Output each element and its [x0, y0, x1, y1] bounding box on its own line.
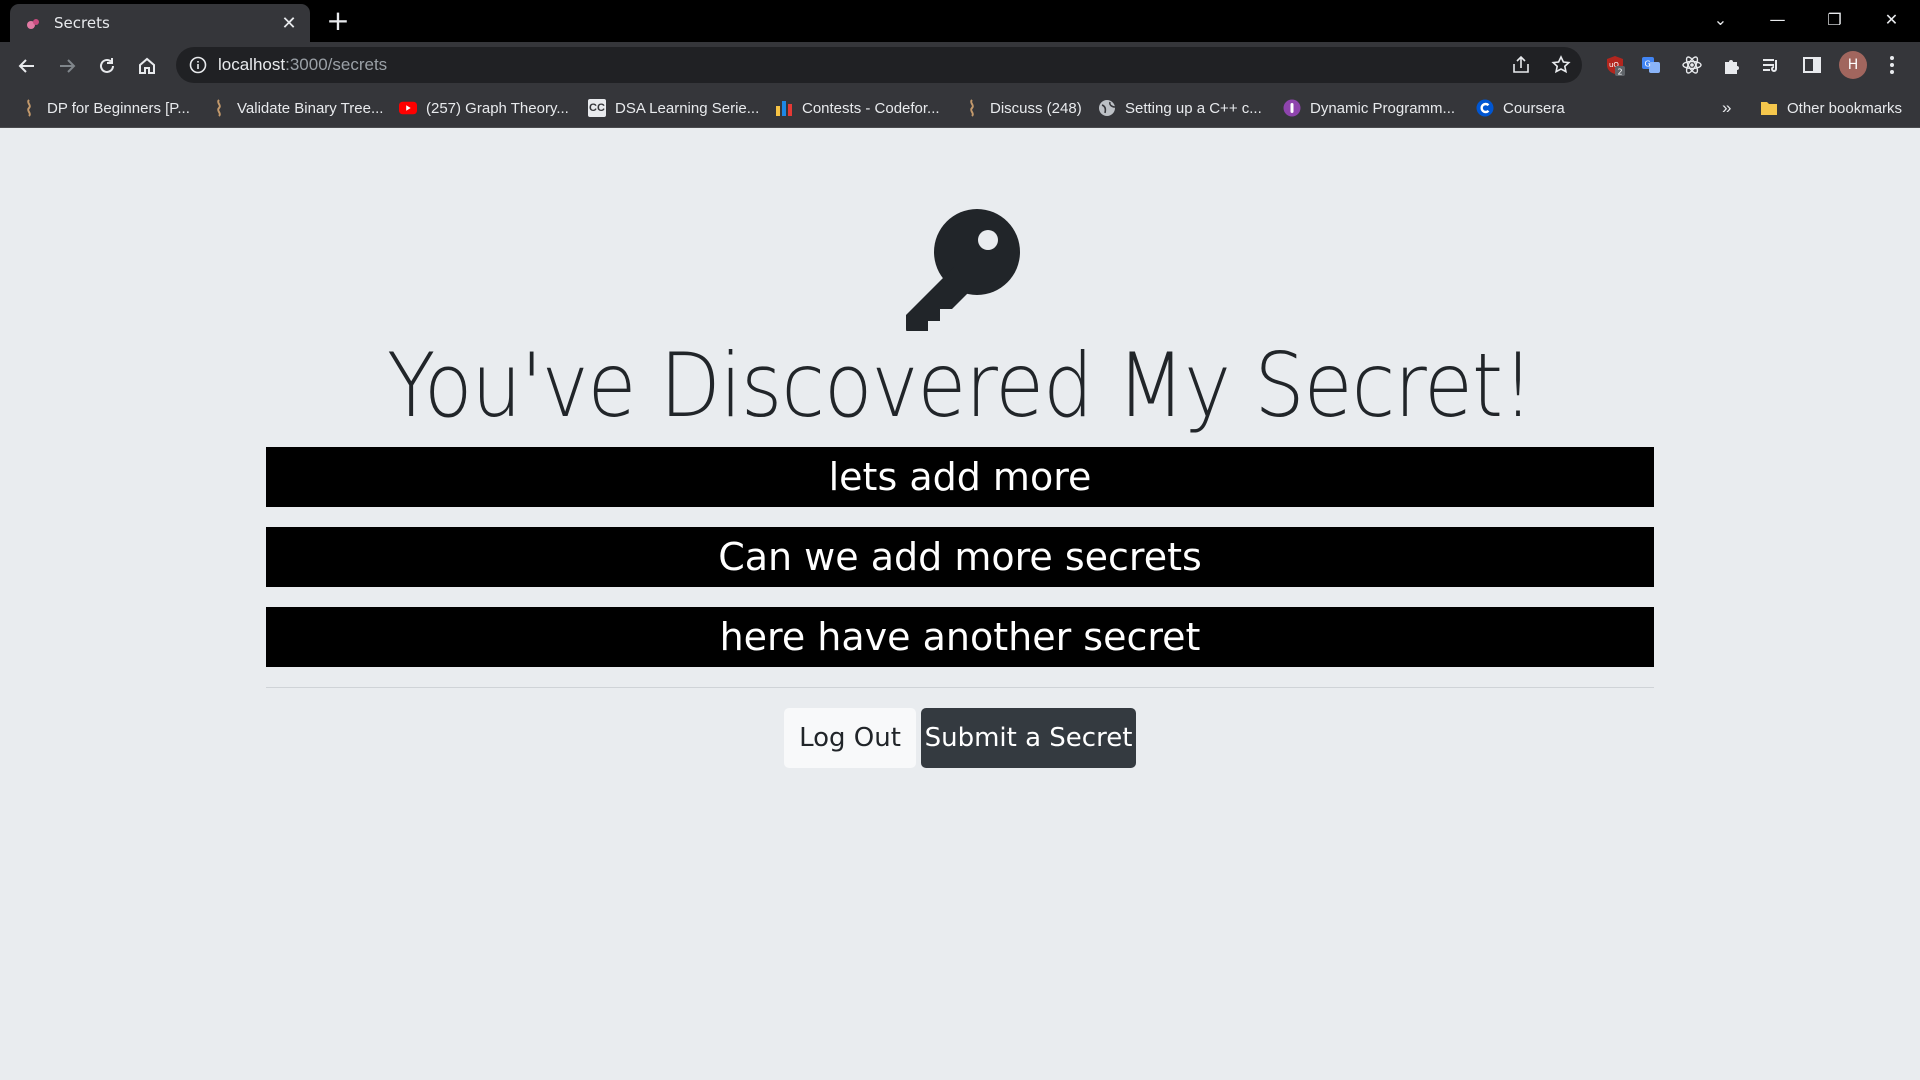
side-panel-icon[interactable]	[1800, 53, 1824, 77]
youtube-icon	[399, 99, 417, 117]
bookmark-item[interactable]: Coursera	[1476, 96, 1565, 120]
globe-icon	[1098, 99, 1116, 117]
bookmark-item[interactable]: (257) Graph Theory...	[399, 96, 569, 120]
address-bar[interactable]: localhost:3000/secrets	[176, 47, 1582, 83]
url-text: localhost:3000/secrets	[218, 55, 388, 74]
profile-avatar[interactable]: H	[1839, 51, 1867, 79]
folder-icon	[1760, 99, 1778, 117]
media-controls-icon[interactable]	[1759, 53, 1783, 77]
other-bookmarks-folder[interactable]: Other bookmarks	[1760, 96, 1902, 120]
window-controls: ⌄ — ❐ ✕	[1692, 0, 1920, 38]
ublock-extension-icon[interactable]: uO 2	[1603, 53, 1627, 77]
logout-button[interactable]: Log Out	[784, 708, 916, 768]
bookmark-item[interactable]: DP for Beginners [P...	[20, 96, 190, 120]
tab-strip: Secrets ✕ + ⌄ — ❐ ✕	[0, 0, 1920, 42]
secret-item: here have another secret	[266, 607, 1654, 667]
codeforces-icon	[775, 99, 793, 117]
tab-secrets[interactable]: Secrets ✕	[10, 4, 310, 42]
bookmark-star-icon[interactable]	[1550, 54, 1572, 76]
svg-text:G: G	[1645, 60, 1651, 69]
coursera-icon	[1476, 99, 1494, 117]
forward-arrow-icon	[60, 59, 76, 73]
bookmark-item[interactable]: Discuss (248)	[963, 96, 1082, 120]
site-info-icon[interactable]	[188, 55, 208, 75]
codechef-icon	[20, 99, 38, 117]
page-title: You've Discovered My Secret!	[387, 334, 1534, 437]
close-window-button[interactable]: ✕	[1863, 0, 1920, 38]
home-button[interactable]	[130, 49, 164, 83]
bookmarks-overflow-button[interactable]: »	[1722, 96, 1731, 120]
secrets-favicon-icon	[24, 14, 42, 32]
browser-toolbar: localhost:3000/secrets uO 2 G H	[0, 42, 1920, 88]
codechef-icon	[210, 99, 228, 117]
bookmark-item[interactable]: Dynamic Programm...	[1283, 96, 1455, 120]
share-icon[interactable]	[1510, 54, 1532, 76]
menu-kebab-icon[interactable]	[1880, 53, 1904, 77]
submit-secret-button[interactable]: Submit a Secret	[921, 708, 1136, 768]
secret-item: Can we add more secrets	[266, 527, 1654, 587]
extensions-puzzle-icon[interactable]	[1720, 53, 1744, 77]
cc-icon: CC	[588, 99, 606, 117]
reload-button[interactable]	[90, 49, 124, 83]
tab-title: Secrets	[54, 14, 110, 32]
reload-icon	[100, 58, 114, 73]
divider	[266, 687, 1654, 688]
purple-icon	[1283, 99, 1301, 117]
forward-button[interactable]	[50, 49, 84, 83]
secret-item: lets add more	[266, 447, 1654, 507]
minimize-button[interactable]: —	[1749, 0, 1806, 38]
restore-button[interactable]: ❐	[1806, 0, 1863, 38]
new-tab-button[interactable]: +	[323, 7, 353, 36]
back-button[interactable]	[10, 49, 44, 83]
codechef-icon	[963, 99, 981, 117]
bookmark-item[interactable]: Contests - Codefor...	[775, 96, 940, 120]
bookmark-item[interactable]: Validate Binary Tree...	[210, 96, 383, 120]
bookmarks-bar: DP for Beginners [P... Validate Binary T…	[0, 88, 1920, 128]
translate-extension-icon[interactable]: G	[1639, 53, 1663, 77]
home-icon	[139, 57, 155, 74]
key-icon	[906, 209, 1020, 331]
react-devtools-icon[interactable]	[1680, 53, 1704, 77]
back-arrow-icon	[18, 59, 34, 73]
bookmark-item[interactable]: CC DSA Learning Serie...	[588, 96, 759, 120]
tab-search-button[interactable]: ⌄	[1692, 0, 1749, 38]
tab-close-icon[interactable]: ✕	[278, 12, 300, 34]
page-content: You've Discovered My Secret! lets add mo…	[0, 129, 1920, 1080]
bookmark-item[interactable]: Setting up a C++ c...	[1098, 96, 1262, 120]
svg-text:2: 2	[1618, 68, 1623, 77]
